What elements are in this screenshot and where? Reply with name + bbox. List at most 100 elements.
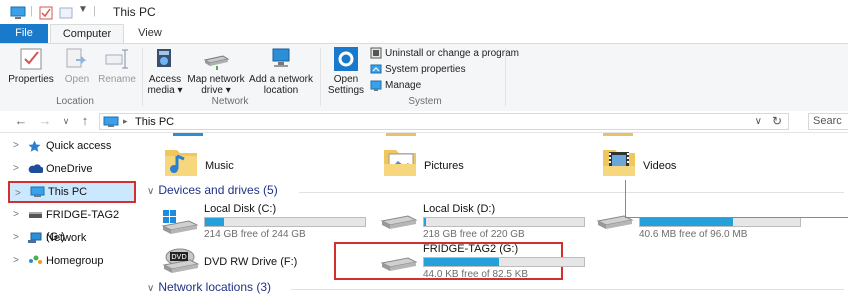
- open-settings-label-2: Settings: [327, 85, 365, 96]
- address-bar[interactable]: ▸ This PC ∨ ↻: [99, 113, 789, 130]
- collapse-chevron-icon[interactable]: ∨: [147, 186, 154, 197]
- ribbon-separator: [142, 48, 143, 106]
- group-header-network-locations[interactable]: ∨ Network locations (3): [147, 280, 271, 294]
- open-settings-label-1: Open: [333, 74, 359, 85]
- map-network-drive-label-1: Map network: [187, 74, 245, 85]
- nav-label: Homegroup: [46, 255, 104, 267]
- drive-name: Local Disk (D:): [423, 203, 496, 215]
- folder-music[interactable]: Music: [163, 142, 363, 186]
- drive-name: FRIDGE-TAG2 (G:): [423, 243, 519, 255]
- collapse-chevron-icon[interactable]: ∨: [147, 283, 154, 294]
- drive-fridge-tag2[interactable]: FRIDGE-TAG2 (G:) 44.0 KB free of 82.5 KB: [380, 243, 585, 283]
- nav-label: OneDrive: [46, 163, 93, 175]
- nav-item-onedrive[interactable]: > OneDrive: [0, 158, 140, 180]
- nav-item-fridge-tag2[interactable]: > FRIDGE-TAG2 (G:): [0, 204, 140, 243]
- nav-item-homegroup[interactable]: > Homegroup: [0, 250, 140, 272]
- nav-item-this-pc[interactable]: > This PC: [8, 181, 136, 203]
- tab-file[interactable]: File: [0, 24, 48, 43]
- expand-chevron-icon[interactable]: >: [15, 183, 21, 205]
- up-arrow-icon[interactable]: ↑: [78, 113, 92, 128]
- map-network-drive-label-2: drive ▾: [201, 85, 231, 96]
- hard-drive-icon: [380, 215, 418, 229]
- homegroup-icon: [29, 255, 42, 264]
- forward-arrow-icon[interactable]: →: [38, 113, 52, 128]
- ribbon-separator: [505, 48, 506, 106]
- search-input[interactable]: Searc: [808, 113, 848, 130]
- callout-line: [625, 217, 848, 218]
- partial-folder-icon: [603, 133, 633, 136]
- properties-button[interactable]: Properties: [6, 46, 56, 85]
- drive-free-space: 44.0 KB free of 82.5 KB: [423, 269, 529, 280]
- rename-button[interactable]: Rename: [97, 46, 137, 85]
- address-dropdown-chevron-icon[interactable]: ∨: [755, 116, 762, 127]
- title-separator: |: [93, 5, 96, 17]
- refresh-icon[interactable]: ↻: [772, 114, 782, 128]
- open-button[interactable]: Open: [60, 46, 94, 85]
- ribbon-separator: [320, 48, 321, 106]
- system-properties-label: System properties: [385, 64, 466, 75]
- expand-chevron-icon[interactable]: >: [13, 158, 19, 180]
- drive-usage-fill: [424, 218, 426, 226]
- computer-icon: [10, 6, 26, 19]
- nav-item-quick-access[interactable]: > Quick access: [0, 135, 140, 157]
- expand-chevron-icon[interactable]: >: [13, 204, 19, 226]
- customize-toolbar-chevron-icon[interactable]: ▼: [78, 4, 88, 15]
- drive-local-disk-c[interactable]: Local Disk (C:) 214 GB free of 244 GB: [161, 203, 366, 243]
- windows-drive-icon: [161, 210, 199, 234]
- expand-chevron-icon[interactable]: >: [13, 250, 19, 272]
- videos-folder-icon: [603, 150, 635, 176]
- partial-folder-icon: [173, 133, 203, 136]
- ribbon: Properties Open Rename Location Access m…: [0, 43, 848, 112]
- map-network-drive-button[interactable]: Map network drive ▾: [186, 46, 246, 96]
- settings-gear-icon: [334, 47, 358, 71]
- title-bar: | ▼ | This PC: [0, 0, 848, 24]
- add-network-location-button[interactable]: Add a network location: [248, 46, 314, 96]
- access-media-label-2: media ▾: [147, 85, 183, 96]
- drive-usage-fill: [424, 258, 500, 266]
- drive-usage-bar: [423, 257, 585, 267]
- usb-drive-icon: [29, 212, 42, 218]
- group-header-devices[interactable]: ∨ Devices and drives (5): [147, 183, 278, 197]
- computer-icon: [30, 186, 45, 197]
- expand-chevron-icon[interactable]: >: [13, 227, 19, 249]
- svg-text:DVD: DVD: [171, 253, 186, 261]
- open-settings-button[interactable]: Open Settings: [326, 46, 366, 96]
- expand-chevron-icon[interactable]: >: [13, 135, 19, 157]
- folder-videos[interactable]: Videos: [601, 142, 801, 186]
- add-network-location-label-2: location: [263, 85, 299, 96]
- group-header-label: Devices and drives (5): [158, 183, 278, 197]
- tab-computer[interactable]: Computer: [50, 24, 124, 43]
- nav-label: Quick access: [46, 140, 112, 152]
- drive-free-space: 214 GB free of 244 GB: [204, 229, 306, 240]
- network-icon: [28, 232, 42, 243]
- folder-label: Music: [205, 160, 234, 172]
- window-title: This PC: [113, 5, 156, 19]
- breadcrumb-chevron-icon[interactable]: ▸: [123, 116, 128, 127]
- drive-usage-bar: [639, 217, 801, 227]
- computer-icon: [103, 116, 119, 127]
- new-folder-icon[interactable]: [59, 6, 73, 20]
- drive-usage-fill: [205, 218, 225, 226]
- folder-label: Pictures: [424, 160, 464, 172]
- manage-button[interactable]: Manage: [370, 79, 421, 93]
- pictures-folder-icon: [384, 150, 416, 176]
- rename-icon: [105, 49, 128, 69]
- nav-item-network[interactable]: > Network: [0, 227, 140, 249]
- drive-local-disk-d[interactable]: Local Disk (D:) 218 GB free of 220 GB: [380, 203, 585, 243]
- drive-unnamed[interactable]: 40.6 MB free of 96.0 MB: [596, 203, 801, 243]
- properties-check-icon[interactable]: [39, 6, 53, 20]
- rename-label: Rename: [98, 74, 136, 85]
- tab-view[interactable]: View: [130, 24, 170, 43]
- address-row: ← → ∨ ↑ ▸ This PC ∨ ↻ Searc: [0, 111, 848, 133]
- access-media-button[interactable]: Access media ▾: [146, 46, 184, 96]
- hard-drive-icon: [596, 215, 634, 229]
- map-network-drive-icon: [203, 55, 230, 70]
- system-properties-button[interactable]: System properties: [370, 63, 466, 77]
- uninstall-program-button[interactable]: Uninstall or change a program: [370, 47, 519, 61]
- access-media-label-1: Access: [148, 74, 182, 85]
- properties-icon: [20, 48, 42, 70]
- back-arrow-icon[interactable]: ←: [14, 113, 28, 128]
- breadcrumb-this-pc[interactable]: This PC: [135, 116, 174, 128]
- folder-pictures[interactable]: Pictures: [382, 142, 582, 186]
- recent-locations-chevron-icon[interactable]: ∨: [59, 116, 73, 127]
